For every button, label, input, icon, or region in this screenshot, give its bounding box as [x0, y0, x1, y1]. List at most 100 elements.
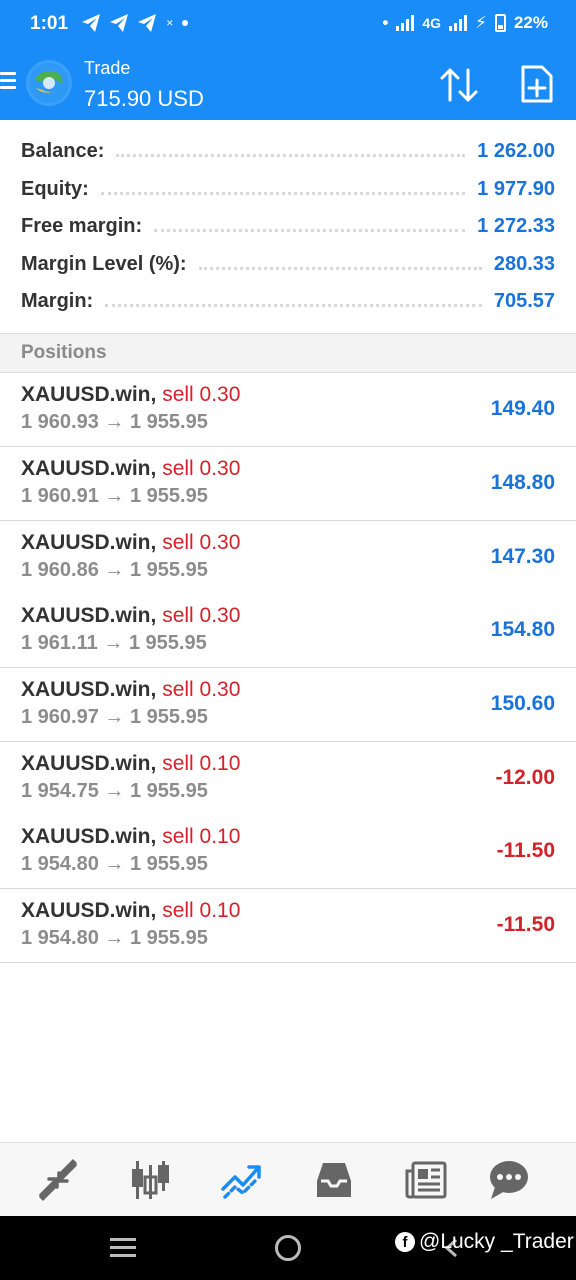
arrow-icon: →	[104, 559, 125, 581]
tab-chart[interactable]	[127, 1159, 173, 1201]
current-price: 1 955.95	[129, 927, 208, 949]
battery-icon	[494, 14, 506, 32]
new-order-icon[interactable]	[520, 64, 554, 104]
app-bar: Trade 715.90 USD	[0, 48, 576, 120]
status-time: 1:01	[30, 13, 69, 34]
summary-row-free-margin: Free margin: 1 272.33	[21, 208, 555, 244]
profit-total: 715.90 USD	[84, 86, 204, 111]
dot-leader	[105, 295, 482, 307]
current-price: 1 955.95	[129, 559, 208, 581]
position-row[interactable]: XAUUSD.win, sell 0.30 1 960.93 → 1 955.9…	[0, 373, 576, 447]
position-symbol: XAUUSD.win,	[21, 457, 157, 480]
summary-label: Balance:	[21, 139, 105, 162]
position-prices: 1 954.75 → 1 955.95	[21, 780, 208, 803]
open-price: 1 954.75	[21, 780, 99, 802]
sort-icon[interactable]	[438, 66, 480, 104]
position-symbol: XAUUSD.win,	[21, 825, 157, 848]
position-profit: 148.80	[490, 471, 555, 494]
tab-news[interactable]	[403, 1159, 449, 1201]
open-price: 1 960.91	[21, 485, 99, 507]
quotes-icon	[39, 1159, 77, 1201]
power-saving-icon: ⚡	[475, 13, 487, 32]
position-prices: 1 954.80 → 1 955.95	[21, 927, 208, 950]
summary-label: Margin:	[21, 289, 94, 312]
position-title: XAUUSD.win, sell 0.30	[21, 457, 240, 481]
position-row[interactable]: XAUUSD.win, sell 0.10 1 954.80 → 1 955.9…	[0, 815, 576, 889]
position-symbol: XAUUSD.win,	[21, 899, 157, 922]
position-row[interactable]: XAUUSD.win, sell 0.30 1 961.11 → 1 955.9…	[0, 594, 576, 668]
tab-messages[interactable]	[487, 1159, 533, 1201]
position-profit: 154.80	[490, 618, 555, 641]
position-prices: 1 954.80 → 1 955.95	[21, 853, 208, 876]
position-side: sell 0.30	[162, 604, 241, 627]
summary-value: 280.33	[493, 252, 555, 275]
summary-row-equity: Equity: 1 977.90	[21, 171, 555, 207]
arrow-icon: →	[104, 853, 125, 875]
open-price: 1 960.97	[21, 706, 99, 728]
summary-row-margin: Margin: 705.57	[21, 283, 555, 319]
bottom-tab-bar	[0, 1142, 576, 1216]
signal-icon	[396, 15, 415, 31]
position-profit: -12.00	[495, 766, 555, 789]
position-profit: -11.50	[496, 839, 555, 862]
tab-quotes[interactable]	[35, 1159, 81, 1201]
position-row[interactable]: XAUUSD.win, sell 0.10 1 954.75 → 1 955.9…	[0, 742, 576, 816]
position-profit: -11.50	[496, 913, 555, 936]
position-prices: 1 960.91 → 1 955.95	[21, 485, 208, 508]
arrow-icon: →	[104, 780, 125, 802]
position-profit: 149.40	[490, 397, 555, 420]
dot-leader	[198, 258, 482, 270]
position-row[interactable]: XAUUSD.win, sell 0.30 1 960.86 → 1 955.9…	[0, 521, 576, 595]
position-symbol: XAUUSD.win,	[21, 531, 157, 554]
position-side: sell 0.30	[162, 531, 241, 554]
position-row[interactable]: XAUUSD.win, sell 0.30 1 960.97 → 1 955.9…	[0, 668, 576, 742]
candlestick-icon	[132, 1161, 169, 1199]
current-price: 1 955.95	[129, 485, 208, 507]
position-title: XAUUSD.win, sell 0.10	[21, 752, 240, 776]
summary-row-balance: Balance: 1 262.00	[21, 133, 555, 169]
position-title: XAUUSD.win, sell 0.10	[21, 825, 240, 849]
open-price: 1 960.93	[21, 411, 99, 433]
position-side: sell 0.30	[162, 678, 241, 701]
position-side: sell 0.30	[162, 383, 241, 406]
position-symbol: XAUUSD.win,	[21, 678, 157, 701]
current-price: 1 955.95	[128, 632, 207, 654]
arrow-icon: →	[104, 411, 125, 433]
position-prices: 1 961.11 → 1 955.95	[21, 632, 207, 655]
current-price: 1 955.95	[129, 853, 208, 875]
position-symbol: XAUUSD.win,	[21, 752, 157, 775]
position-prices: 1 960.93 → 1 955.95	[21, 411, 208, 434]
position-row[interactable]: XAUUSD.win, sell 0.30 1 960.91 → 1 955.9…	[0, 447, 576, 521]
position-title: XAUUSD.win, sell 0.30	[21, 678, 240, 702]
network-label: 4G	[422, 15, 442, 31]
arrow-icon: →	[104, 706, 125, 728]
position-side: sell 0.30	[162, 457, 241, 480]
positions-header: Positions	[0, 334, 576, 373]
svg-text:✕: ✕	[166, 19, 180, 29]
position-symbol: XAUUSD.win,	[21, 604, 157, 627]
tab-trade[interactable]	[219, 1159, 265, 1201]
account-summary: Balance: 1 262.00 Equity: 1 977.90 Free …	[0, 120, 576, 334]
summary-value: 1 272.33	[477, 214, 555, 237]
position-profit: 147.30	[490, 545, 555, 568]
position-row[interactable]: XAUUSD.win, sell 0.10 1 954.80 → 1 955.9…	[0, 889, 576, 963]
inbox-icon	[317, 1163, 351, 1197]
position-title: XAUUSD.win, sell 0.30	[21, 383, 240, 407]
dot-leader	[116, 145, 466, 157]
home-button[interactable]	[275, 1235, 301, 1261]
tab-history[interactable]	[311, 1159, 357, 1201]
open-price: 1 954.80	[21, 853, 99, 875]
news-icon	[405, 1161, 447, 1199]
menu-icon[interactable]	[0, 72, 16, 90]
open-price: 1 960.86	[21, 559, 99, 581]
position-prices: 1 960.97 → 1 955.95	[21, 706, 208, 729]
summary-label: Free margin:	[21, 214, 143, 237]
chat-icon	[490, 1161, 528, 1199]
open-price: 1 954.80	[21, 927, 99, 949]
metatrader-logo	[26, 60, 72, 106]
summary-row-margin-level: Margin Level (%): 280.33	[21, 246, 555, 282]
watermark-text: @Lucky _Trader	[419, 1230, 574, 1253]
dot-icon: •	[382, 13, 389, 32]
recent-apps-button[interactable]	[110, 1238, 136, 1258]
position-side: sell 0.10	[162, 752, 241, 775]
